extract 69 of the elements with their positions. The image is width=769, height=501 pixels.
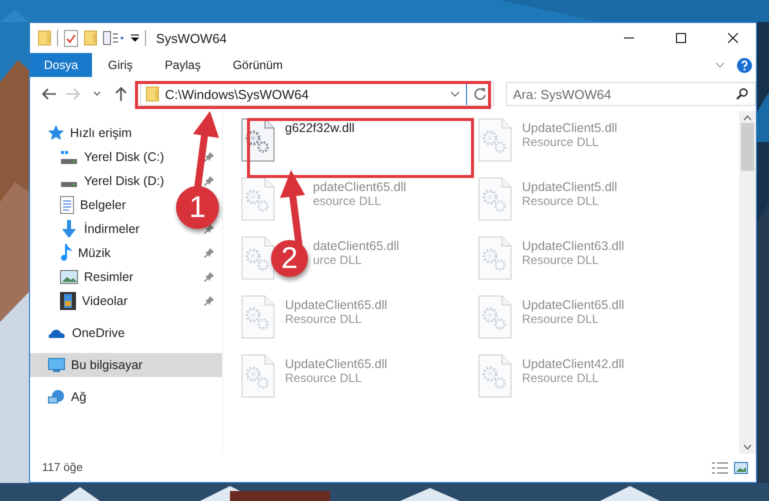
folder-icon — [146, 86, 159, 102]
drive-icon — [60, 182, 78, 186]
pin-icon — [204, 248, 214, 258]
folder-icon — [38, 30, 51, 46]
window-title: SysWOW64 — [156, 30, 228, 46]
sidebar-item[interactable]: Yerel Disk (D:) — [84, 174, 164, 188]
sidebar-item[interactable]: İndirmeler — [84, 222, 140, 236]
search-icon[interactable] — [736, 88, 748, 100]
sidebar-item[interactable]: Bu bilgisayar — [30, 353, 222, 377]
cloud-icon — [48, 327, 66, 339]
sidebar-item[interactable]: Müzik — [78, 246, 111, 260]
music-note-icon — [60, 244, 72, 262]
pin-icon — [204, 296, 214, 306]
film-icon — [60, 292, 76, 310]
picture-icon — [60, 270, 78, 284]
caret-down-icon[interactable] — [93, 91, 101, 97]
chevron-down-icon[interactable] — [715, 62, 725, 68]
large-icons-view-icon[interactable] — [734, 462, 748, 474]
sidebar-item[interactable]: Resimler — [84, 270, 134, 284]
ribbon-tab[interactable]: Giriş — [92, 53, 149, 77]
properties-icon[interactable] — [64, 30, 78, 46]
file-type: Resource DLL — [285, 371, 363, 385]
file-type: Resource DLL — [522, 371, 600, 385]
address-field[interactable]: C:\Windows\SysWOW64 — [140, 82, 494, 106]
file-type: esource DLL — [313, 194, 382, 208]
ribbon-tab[interactable]: Paylaş — [148, 53, 217, 77]
file-type: Resource DLL — [285, 312, 363, 326]
scroll-down-icon[interactable] — [743, 444, 752, 450]
star-icon — [48, 125, 64, 141]
scrollbar[interactable] — [739, 111, 756, 454]
ribbon-tab[interactable]: Görünüm — [216, 53, 299, 77]
pin-icon — [204, 272, 214, 282]
arrow-left-icon[interactable] — [42, 88, 56, 100]
sidebar-item[interactable]: Videolar — [82, 294, 128, 308]
pin-icon — [204, 176, 214, 186]
dropdown-icon[interactable] — [450, 91, 460, 97]
scrollbar-thumb[interactable] — [741, 123, 754, 171]
sidebar-item[interactable]: Hızlı erişim — [70, 126, 132, 140]
item-count: 117 öğe — [42, 462, 84, 474]
refresh-icon[interactable] — [473, 87, 487, 101]
file-type: Resource DLL — [522, 312, 600, 326]
folder-icon — [84, 30, 97, 46]
file-type: urce DLL — [313, 253, 363, 267]
file-type: Resource DLL — [522, 194, 600, 208]
file-name[interactable]: g622f32w.dll — [285, 121, 355, 135]
arrow-up-icon[interactable] — [115, 87, 127, 101]
drive-icon — [60, 150, 78, 164]
scroll-up-icon[interactable] — [743, 115, 752, 121]
maximize-icon[interactable] — [676, 33, 686, 43]
file-type: Resource DLL — [522, 253, 600, 267]
sidebar-item[interactable]: OneDrive — [72, 326, 125, 340]
pin-icon — [204, 224, 214, 234]
help-icon[interactable] — [737, 58, 752, 72]
minimize-icon[interactable] — [624, 37, 634, 39]
network-icon — [48, 390, 65, 404]
search-field[interactable]: Ara: SysWOW64 — [506, 82, 756, 106]
file-tab[interactable]: Dosya — [30, 53, 92, 77]
sidebar-item[interactable]: Ağ — [71, 390, 86, 404]
view-icon[interactable] — [103, 31, 125, 45]
dropdown-arrow-icon[interactable] — [131, 34, 139, 42]
document-icon — [60, 196, 74, 214]
file-type: Resource DLL — [522, 135, 600, 149]
download-icon — [60, 220, 78, 238]
close-icon[interactable] — [728, 33, 738, 43]
details-view-icon[interactable] — [712, 462, 728, 474]
computer-icon — [48, 358, 65, 372]
sidebar-item[interactable]: Belgeler — [80, 198, 126, 212]
sidebar-item[interactable]: Yerel Disk (C:) — [84, 150, 164, 164]
pin-icon — [204, 152, 214, 162]
